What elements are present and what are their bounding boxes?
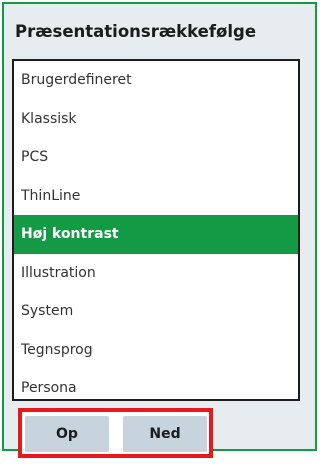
- list-item-persona[interactable]: Persona: [14, 369, 298, 399]
- move-buttons-highlight: Op Ned: [18, 408, 213, 458]
- presentation-order-panel: Præsentationsrækkefølge Brugerdefineret …: [2, 2, 317, 458]
- list-item-system[interactable]: System: [14, 292, 298, 331]
- list-item-brugerdefineret[interactable]: Brugerdefineret: [14, 61, 298, 100]
- list-item-pcs[interactable]: PCS: [14, 138, 298, 177]
- panel-title: Præsentationsrækkefølge: [15, 22, 257, 41]
- presentation-order-list[interactable]: Brugerdefineret Klassisk PCS ThinLine Hø…: [12, 59, 300, 401]
- list-item-tegnsprog[interactable]: Tegnsprog: [14, 331, 298, 370]
- move-down-button[interactable]: Ned: [123, 416, 207, 452]
- list-item-thinline[interactable]: ThinLine: [14, 177, 298, 216]
- list-item-hoj-kontrast[interactable]: Høj kontrast: [14, 215, 298, 254]
- list-item-illustration[interactable]: Illustration: [14, 254, 298, 293]
- move-up-button[interactable]: Op: [25, 416, 109, 452]
- list-item-klassisk[interactable]: Klassisk: [14, 100, 298, 139]
